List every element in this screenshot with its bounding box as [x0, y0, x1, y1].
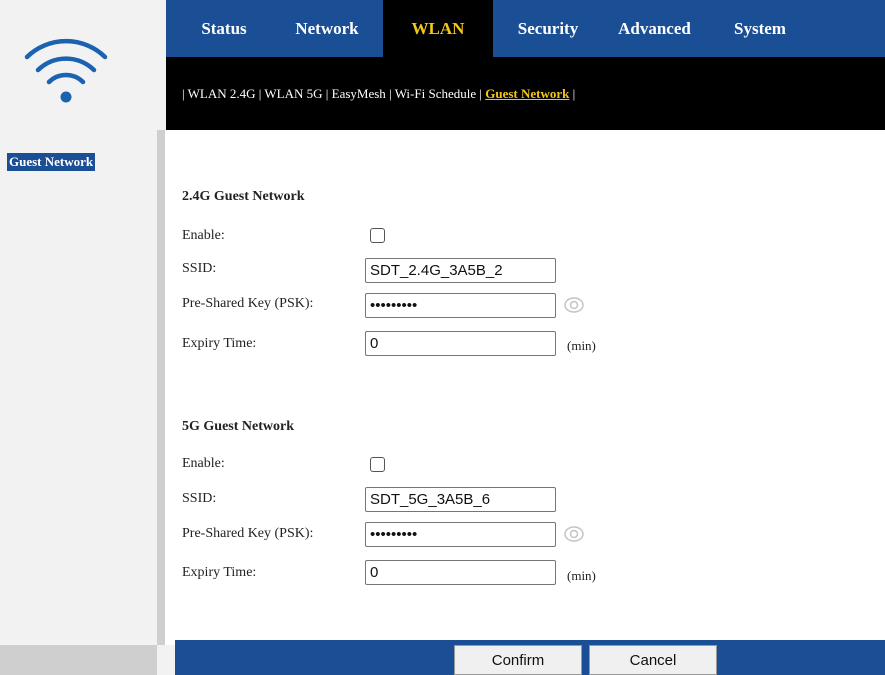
psk-input-5g[interactable] — [365, 522, 556, 547]
psk-label-5g: Pre-Shared Key (PSK): — [182, 526, 314, 541]
subnav-separator: | — [325, 86, 329, 101]
tab-security[interactable]: Security — [503, 0, 593, 57]
expiry-label-5g: Expiry Time: — [182, 565, 257, 580]
ssid-input-5g[interactable] — [365, 487, 556, 512]
tab-advanced[interactable]: Advanced — [607, 0, 702, 57]
ssid-label-24g: SSID: — [182, 261, 217, 276]
subnav-separator: | — [389, 86, 392, 101]
subnav-separator: | — [572, 86, 576, 101]
sidebar-divider — [157, 130, 165, 645]
subnav-separator: | — [258, 86, 262, 101]
enable-label-5g: Enable: — [182, 456, 225, 471]
logo — [0, 0, 166, 130]
wifi-icon — [24, 38, 108, 103]
section-title-24g: 2.4G Guest Network — [182, 189, 305, 204]
eye-icon[interactable] — [564, 524, 584, 544]
confirm-button[interactable]: Confirm — [454, 645, 582, 675]
ssid-input-24g[interactable] — [365, 258, 556, 283]
footer-bar: Confirm Cancel — [175, 640, 885, 675]
subnav-separator: | — [182, 86, 185, 101]
expiry-unit-5g: (min) — [567, 568, 596, 583]
subnav-separator: | — [479, 86, 482, 101]
footer-left — [0, 645, 157, 675]
expiry-label-24g: Expiry Time: — [182, 336, 257, 351]
enable-checkbox-24g[interactable] — [370, 228, 385, 243]
expiry-input-5g[interactable] — [365, 560, 556, 585]
section-title-5g: 5G Guest Network — [182, 419, 294, 434]
sidebar-item-guest-network[interactable]: Guest Network — [7, 153, 96, 171]
sidebar: Guest Network — [0, 130, 157, 645]
tab-status[interactable]: Status — [184, 0, 264, 57]
eye-icon[interactable] — [564, 295, 584, 315]
psk-label-24g: Pre-Shared Key (PSK): — [182, 296, 314, 311]
footer-gap — [157, 645, 175, 675]
subnav-item-guest-network[interactable]: Guest Network — [485, 86, 569, 101]
tab-wlan[interactable]: WLAN — [383, 0, 493, 57]
ssid-label-5g: SSID: — [182, 491, 217, 506]
psk-input-24g[interactable] — [365, 293, 556, 318]
expiry-input-24g[interactable] — [365, 331, 556, 356]
top-nav: Status Network WLAN Security Advanced Sy… — [166, 0, 885, 57]
subnav-item-wlan-24g[interactable]: WLAN 2.4G — [188, 86, 256, 101]
sub-nav: | WLAN 2.4G | WLAN 5G | EasyMesh | Wi-Fi… — [166, 57, 885, 130]
tab-network[interactable]: Network — [283, 0, 371, 57]
expiry-unit-24g: (min) — [567, 338, 596, 353]
guest-network-form: 2.4G Guest Network Enable: SSID: Pre-Sha… — [165, 130, 885, 645]
enable-label-24g: Enable: — [182, 228, 225, 243]
subnav-item-wifi-schedule[interactable]: Wi-Fi Schedule — [395, 86, 476, 101]
subnav-item-wlan-5g[interactable]: WLAN 5G — [264, 86, 322, 101]
tab-system[interactable]: System — [720, 0, 800, 57]
subnav-item-easymesh[interactable]: EasyMesh — [332, 86, 386, 101]
cancel-button[interactable]: Cancel — [589, 645, 717, 675]
enable-checkbox-5g[interactable] — [370, 457, 385, 472]
